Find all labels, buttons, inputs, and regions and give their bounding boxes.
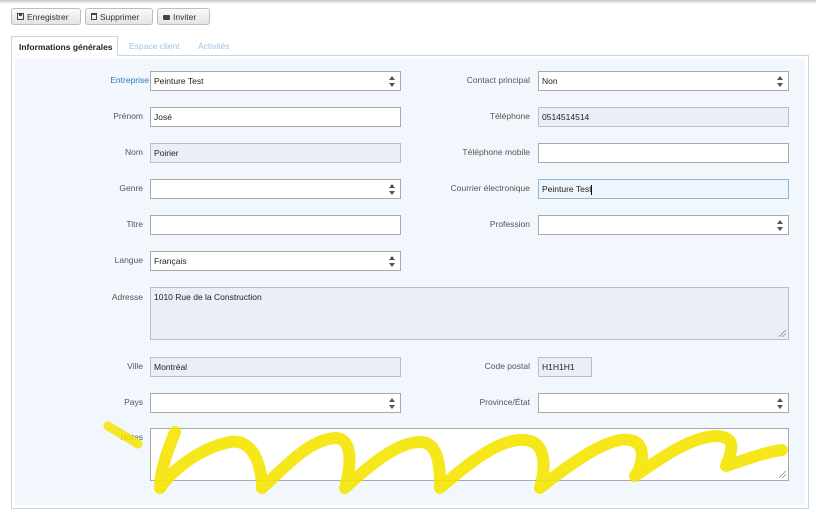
top-shadow	[0, 0, 816, 4]
form-area: Entreprise Peinture Test Contact princip…	[15, 59, 805, 505]
email-input[interactable]: Peinture Test	[538, 179, 789, 199]
main-contact-value: Non	[542, 76, 558, 86]
language-label: Langue	[114, 255, 143, 265]
language-value: Français	[154, 256, 187, 266]
phone-value: 0514514514	[542, 112, 590, 122]
delete-button-label: Supprimer	[100, 11, 140, 22]
profession-select[interactable]	[538, 215, 789, 235]
notes-label: Notes	[120, 432, 143, 442]
select-arrows-icon	[777, 398, 784, 409]
mobile-label: Téléphone mobile	[462, 147, 530, 157]
trash-icon	[91, 13, 97, 20]
address-value: 1010 Rue de la Construction	[154, 292, 262, 302]
province-select[interactable]	[538, 393, 789, 413]
resize-handle-icon[interactable]	[779, 330, 786, 337]
address-label: Adresse	[111, 292, 143, 302]
main-contact-label: Contact principal	[466, 75, 530, 85]
select-arrows-icon	[389, 256, 396, 267]
invite-button-label: Inviter	[173, 11, 197, 22]
form-panel: Entreprise Peinture Test Contact princip…	[11, 55, 809, 509]
phone-label: Téléphone	[489, 111, 530, 121]
phone-input[interactable]: 0514514514	[538, 107, 789, 127]
select-arrows-icon	[777, 220, 784, 231]
address-textarea[interactable]: 1010 Rue de la Construction	[150, 287, 789, 340]
notes-textarea[interactable]	[150, 428, 789, 481]
postal-code-label: Code postal	[484, 361, 530, 371]
tab-general-info[interactable]: Informations générales	[11, 36, 118, 56]
resize-handle-icon[interactable]	[779, 471, 786, 478]
email-label: Courrier électronique	[450, 183, 530, 193]
tab-client-space[interactable]: Espace client	[122, 36, 187, 56]
invite-button[interactable]: Inviter	[157, 8, 210, 25]
save-button[interactable]: Enregistrer	[11, 8, 81, 25]
main-contact-select[interactable]: Non	[538, 71, 789, 91]
save-icon	[17, 13, 24, 20]
email-value: Peinture Test	[542, 184, 592, 194]
postal-code-input[interactable]: H1H1H1	[538, 357, 592, 377]
tab-activities[interactable]: Activités	[191, 36, 237, 56]
mobile-input[interactable]	[538, 143, 789, 163]
save-button-label: Enregistrer	[27, 11, 69, 22]
postal-code-value: H1H1H1	[542, 362, 575, 372]
delete-button[interactable]: Supprimer	[85, 8, 153, 25]
province-label: Province/État	[479, 397, 530, 407]
language-select[interactable]: Français	[150, 251, 401, 271]
invite-icon	[163, 14, 170, 20]
text-caret	[591, 184, 593, 195]
profession-label: Profession	[489, 219, 530, 229]
select-arrows-icon	[777, 76, 784, 87]
